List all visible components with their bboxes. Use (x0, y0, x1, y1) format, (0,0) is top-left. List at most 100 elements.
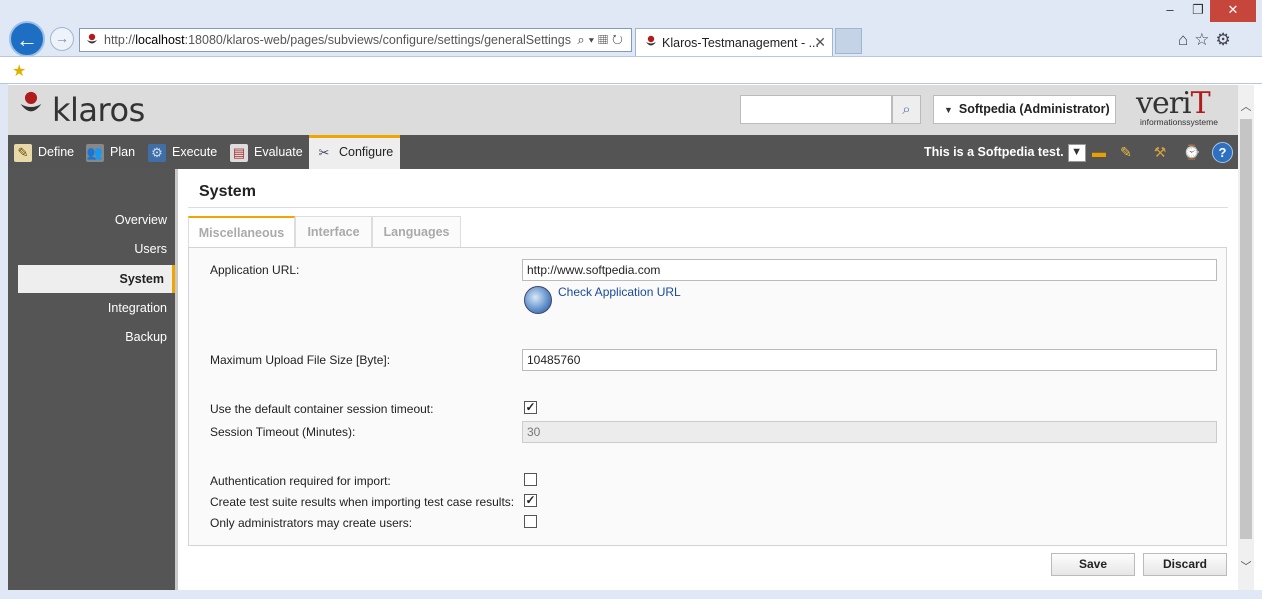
globe-icon (524, 286, 552, 314)
discard-button[interactable]: Discard (1143, 553, 1227, 576)
address-bar[interactable]: http://localhost:18080/klaros-web/pages/… (79, 28, 632, 52)
tab-languages[interactable]: Languages (372, 216, 461, 247)
address-url: http://localhost:18080/klaros-web/pages/… (104, 33, 571, 47)
default-timeout-checkbox[interactable]: ✓ (524, 401, 537, 414)
window-frame (0, 84, 8, 590)
nav-execute-label: Execute (172, 145, 218, 159)
people-icon: 👥 (86, 143, 104, 162)
arrow-right-icon: → (55, 30, 69, 46)
nav-define[interactable]: ✎ Define (14, 135, 74, 169)
checkmark-icon: ✓ (525, 400, 536, 414)
sidebar-item-overview[interactable]: Overview (18, 206, 175, 234)
klaros-logo[interactable]: klaros (16, 91, 176, 129)
edit-note-icon[interactable]: ✎ (1116, 143, 1136, 161)
close-tab-icon[interactable]: ✕ (814, 34, 826, 51)
main-nav: ✎ Define 👥 Plan ⚙ Execute ▤ Evaluate ✂ Config… (8, 135, 1238, 169)
auth-import-label: Authentication required for import: (210, 474, 391, 488)
brand-t: T (1190, 86, 1211, 121)
report-icon: ▤ (230, 143, 248, 162)
folder-icon[interactable]: ▬ (1089, 143, 1109, 161)
user-menu[interactable]: ▼ Softpedia (Administrator) (933, 95, 1116, 124)
vertical-scrollbar[interactable]: ︿ ﹀ (1238, 85, 1254, 590)
create-suite-label: Create test suite results when importing… (210, 495, 515, 509)
page-title: System (199, 183, 256, 200)
sidebar-item-integration[interactable]: Integration (18, 294, 175, 322)
document-clock-icon[interactable]: ⌚ (1182, 143, 1202, 161)
address-icons: ⌕▾▦↻ (577, 32, 627, 48)
gear-icon[interactable]: ⚙ (1216, 30, 1237, 49)
tools-icon: ✂ (318, 144, 330, 160)
max-upload-input[interactable] (522, 349, 1217, 371)
only-admins-checkbox[interactable] (524, 515, 537, 528)
chevron-down-icon: ▼ (1067, 143, 1086, 162)
klaros-favicon-icon (646, 35, 656, 46)
back-button[interactable]: ← (9, 21, 45, 57)
verit-logo: veriT informationssysteme (1136, 89, 1236, 131)
tools-icon[interactable]: ⚒ (1150, 143, 1170, 161)
tab-interface[interactable]: Interface (295, 216, 372, 247)
nav-plan-label: Plan (110, 145, 136, 159)
klaros-favicon-icon (87, 33, 97, 44)
new-tab-button[interactable] (835, 28, 862, 54)
scroll-thumb[interactable] (1240, 119, 1252, 539)
refresh-icon[interactable]: ↻ (612, 32, 627, 47)
check-url-label: Check Application URL (558, 285, 681, 299)
brand-main: veri (1136, 86, 1192, 121)
settings-sidebar: Overview Users System Integration Backup (8, 169, 178, 590)
save-button[interactable]: Save (1051, 553, 1135, 576)
main-content: System Miscellaneous Interface Languages… (178, 169, 1238, 590)
default-timeout-label: Use the default container session timeou… (210, 402, 434, 416)
sidebar-item-backup[interactable]: Backup (18, 323, 175, 351)
window-frame (0, 590, 1262, 599)
search-icon[interactable]: ⌕ (577, 32, 588, 47)
favorites-bar: ★ (0, 56, 1262, 84)
app-header: klaros ⌕ ▼ Softpedia (Administrator) veri… (8, 85, 1238, 135)
auth-import-checkbox[interactable] (524, 473, 537, 486)
browser-toolbar-icons: ⌂☆⚙ (1178, 30, 1237, 50)
pencil-icon: ✎ (14, 143, 32, 162)
nav-evaluate[interactable]: ▤ Evaluate (230, 135, 303, 169)
help-icon[interactable]: ? (1212, 142, 1233, 163)
nav-plan[interactable]: 👥 Plan (86, 135, 135, 169)
gear-icon: ⚙ (148, 143, 166, 162)
project-label: This is a Softpedia test. (924, 145, 1064, 159)
user-label: Softpedia (Administrator) (958, 102, 1110, 116)
session-timeout-input (522, 421, 1217, 443)
favorites-star-icon[interactable]: ☆ (1194, 30, 1215, 49)
session-timeout-label: Session Timeout (Minutes): (210, 425, 356, 439)
arrow-left-icon: ← (16, 27, 38, 52)
browser-tab[interactable]: Klaros-Testmanagement - ... ✕ (635, 28, 833, 56)
forward-button[interactable]: → (50, 27, 74, 51)
settings-panel: Application URL: Check Application URL M… (188, 247, 1227, 546)
only-admins-label: Only administrators may create users: (210, 516, 413, 530)
app-url-input[interactable] (522, 259, 1217, 281)
project-select[interactable]: This is a Softpedia test. ▼ (924, 142, 1086, 162)
tab-miscellaneous[interactable]: Miscellaneous (188, 216, 295, 247)
caret-down-icon: ▼ (944, 105, 953, 115)
max-upload-label: Maximum Upload File Size [Byte]: (210, 353, 391, 367)
logo-text: klaros (52, 91, 145, 129)
nav-configure[interactable]: ✂ Configure (309, 135, 400, 169)
app-url-label: Application URL: (210, 263, 300, 277)
scroll-up-icon[interactable]: ︿ (1238, 99, 1254, 115)
search-button[interactable]: ⌕ (892, 95, 921, 124)
sidebar-item-users[interactable]: Users (18, 235, 175, 263)
nav-evaluate-label: Evaluate (254, 145, 303, 159)
close-window-button[interactable]: ✕ (1210, 0, 1256, 22)
add-favorite-icon[interactable]: ★ (12, 61, 26, 81)
compat-icon[interactable]: ▦ (598, 32, 612, 47)
sidebar-item-system[interactable]: System (18, 265, 175, 293)
nav-define-label: Define (38, 145, 75, 159)
checkmark-icon: ✓ (525, 493, 536, 507)
dropdown-icon[interactable]: ▾ (589, 32, 598, 47)
magnifier-icon: ⌕ (902, 101, 911, 118)
home-icon[interactable]: ⌂ (1178, 30, 1194, 49)
nav-execute[interactable]: ⚙ Execute (148, 135, 217, 169)
search-input[interactable] (740, 95, 892, 124)
scroll-down-icon[interactable]: ﹀ (1238, 559, 1254, 575)
klaros-logo-mark-icon (20, 91, 42, 112)
nav-configure-label: Configure (339, 145, 394, 159)
brand-sub: informationssysteme (1140, 117, 1218, 127)
tab-title: Klaros-Testmanagement - ... (662, 36, 820, 50)
create-suite-checkbox[interactable]: ✓ (524, 494, 537, 507)
